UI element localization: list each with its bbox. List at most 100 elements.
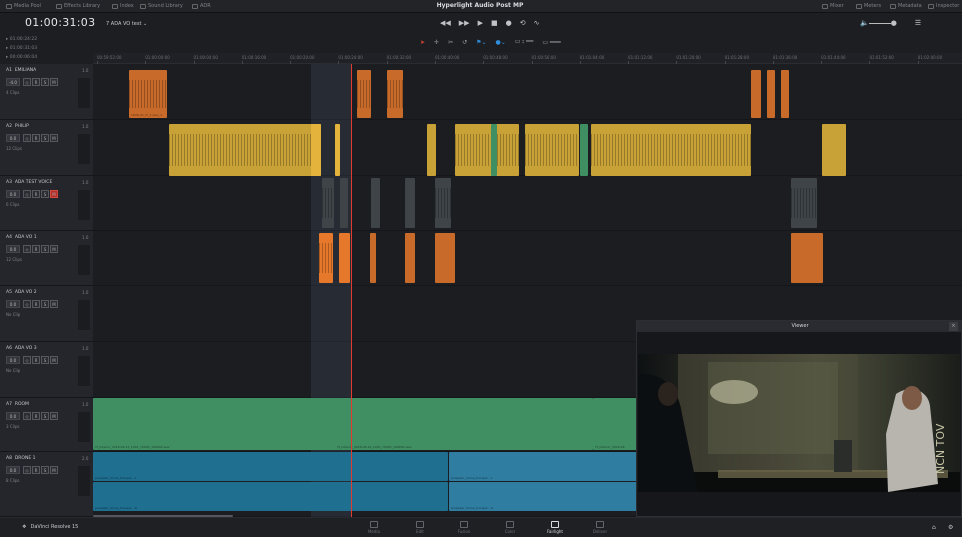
audio-clip[interactable] (322, 178, 334, 228)
gear-icon[interactable]: ⚙ (948, 524, 953, 531)
audio-clip[interactable] (791, 233, 823, 283)
track-header-a6[interactable]: A6 ADA VO 3 1.0 0.0 ◇ R S M No Clip (0, 342, 93, 398)
close-icon[interactable]: × (949, 322, 958, 331)
audio-clip[interactable] (405, 233, 415, 283)
fast-forward-icon[interactable]: ▶▶ (459, 19, 470, 27)
play-icon[interactable]: ▶ (478, 19, 483, 27)
track-header-a7[interactable]: A7 ROOM 1.0 0.0 ◇ R S M 3 Clips (0, 398, 93, 452)
rewind-icon[interactable]: ◀◀ (440, 19, 451, 27)
solo-button[interactable]: S (41, 466, 49, 474)
scrub-icon[interactable]: ∿ (534, 19, 540, 27)
track-volume[interactable]: 0.0 (6, 356, 20, 364)
page-deliver[interactable]: Deliver (580, 521, 620, 534)
audio-clip[interactable] (319, 233, 333, 283)
track-header-a1[interactable]: A1 EMILIANA 1.0 -4.0 ◇ R S M 4 Clips (0, 64, 93, 120)
audio-clip[interactable]: 1608_01_Fr_1.wav_1 (129, 70, 167, 118)
page-media[interactable]: Media (354, 521, 394, 534)
record-arm-button[interactable]: R (32, 190, 40, 198)
track-header-a8[interactable]: A8 DRONE 1 2.0 0.0 ◇ R S M 8 Clips (0, 452, 93, 517)
mixer-button[interactable]: Mixer (822, 3, 844, 9)
track-volume[interactable]: 0.0 (6, 412, 20, 420)
home-icon[interactable]: ⌂ (932, 524, 936, 531)
loop-icon[interactable]: ⟲ (520, 19, 526, 27)
effects-library-button[interactable]: Effects Library (56, 3, 100, 9)
solo-button[interactable]: S (41, 190, 49, 198)
track-header-a3[interactable]: A3 ADA TEST VOICE 1.0 0.0 ◇ R S M 6 Clips (0, 176, 93, 231)
audio-clip[interactable]: propeller_drone_full.wav - R (93, 482, 448, 511)
audio-clip[interactable] (340, 178, 348, 228)
range-icon[interactable]: ✛ (434, 39, 439, 46)
solo-button[interactable]: S (41, 412, 49, 420)
zoom-slider-icon[interactable]: ▭ ━━━ (542, 39, 560, 46)
audio-clip[interactable] (339, 233, 350, 283)
stop-icon[interactable]: ■ (491, 19, 498, 27)
record-arm-button[interactable]: R (32, 412, 40, 420)
mute-button[interactable]: M (50, 245, 58, 253)
solo-button[interactable]: S (41, 245, 49, 253)
record-arm-button[interactable]: R (32, 356, 40, 364)
page-edit[interactable]: Edit (400, 521, 440, 534)
mute-button[interactable]: M (50, 356, 58, 364)
audio-clip[interactable] (387, 70, 403, 118)
audio-clip[interactable] (435, 233, 455, 283)
track-header-a2[interactable]: A2 PHILIP 1.0 0.0 ◇ R S M 12 Clips (0, 120, 93, 176)
speaker-icon[interactable]: 🔈 ● (860, 19, 897, 27)
audio-clip[interactable]: Yt_Interior_2018-06 (593, 398, 638, 450)
audio-clip[interactable]: propeller_drone_full.wav - R (449, 482, 638, 511)
record-arm-button[interactable]: R (32, 245, 40, 253)
automation-icon[interactable]: ◇ (23, 134, 31, 142)
track-lane[interactable] (93, 176, 962, 231)
record-arm-button[interactable]: R (32, 78, 40, 86)
audio-clip[interactable] (822, 124, 846, 176)
media-pool-button[interactable]: Media Pool (6, 3, 41, 9)
track-header-a5[interactable]: A5 ADA VO 2 1.0 0.0 ◇ R S M No Clip (0, 286, 93, 342)
track-lane[interactable] (93, 231, 962, 286)
audio-clip[interactable] (405, 178, 415, 228)
track-volume[interactable]: -4.0 (6, 78, 20, 86)
audio-clip[interactable] (767, 70, 775, 118)
audio-clip[interactable] (335, 124, 340, 176)
marker-icon[interactable]: ●⌄ (496, 39, 506, 46)
metadata-button[interactable]: Metadata (890, 3, 922, 9)
audio-clip[interactable] (751, 70, 761, 118)
sound-library-button[interactable]: Sound Library (140, 3, 183, 9)
track-lane[interactable] (93, 64, 962, 120)
video-frame[interactable]: NCN TOV (638, 354, 960, 492)
audio-clip[interactable] (491, 124, 497, 176)
mute-button[interactable]: M (50, 134, 58, 142)
automation-icon[interactable]: ◇ (23, 412, 31, 420)
mute-button[interactable]: M (50, 300, 58, 308)
audio-clip[interactable]: Yt_Interior_2018-06-12_1001_70003_100002… (335, 398, 593, 450)
razor-icon[interactable]: ✂ (448, 39, 453, 46)
automation-icon[interactable]: ◇ (23, 78, 31, 86)
timeline-selector[interactable]: 7 ADA VO test ⌄ (106, 21, 147, 27)
automation-icon[interactable]: ◇ (23, 190, 31, 198)
track-volume[interactable]: 0.0 (6, 300, 20, 308)
track-volume[interactable]: 0.0 (6, 245, 20, 253)
audio-clip[interactable] (525, 124, 579, 176)
menu-icon[interactable]: ☰ (915, 19, 921, 27)
mute-button[interactable]: M (50, 190, 58, 198)
mute-button[interactable]: M (50, 78, 58, 86)
mute-button[interactable]: M (50, 466, 58, 474)
audio-clip[interactable]: propeller_drone_full.wav - L (449, 452, 638, 481)
automation-icon[interactable]: ◇ (23, 466, 31, 474)
snap-icon[interactable]: ↺ (462, 39, 467, 46)
solo-button[interactable]: S (41, 300, 49, 308)
page-color[interactable]: Color (490, 521, 530, 534)
record-arm-button[interactable]: R (32, 466, 40, 474)
automation-icon[interactable]: ◇ (23, 245, 31, 253)
record-arm-button[interactable]: R (32, 134, 40, 142)
audio-clip[interactable] (455, 124, 519, 176)
track-volume[interactable]: 0.0 (6, 190, 20, 198)
record-arm-button[interactable]: R (32, 300, 40, 308)
solo-button[interactable]: S (41, 134, 49, 142)
solo-button[interactable]: S (41, 78, 49, 86)
audio-clip[interactable] (591, 124, 751, 176)
zoom-icon[interactable]: ▭ ⦂ ━━ (515, 38, 534, 46)
meters-button[interactable]: Meters (856, 3, 881, 9)
track-volume[interactable]: 0.0 (6, 466, 20, 474)
audio-clip[interactable] (169, 124, 321, 176)
audio-clip[interactable] (580, 124, 588, 176)
audio-clip[interactable]: Yt_Interior_2018-06-12_1001_70003_100002… (93, 398, 341, 450)
